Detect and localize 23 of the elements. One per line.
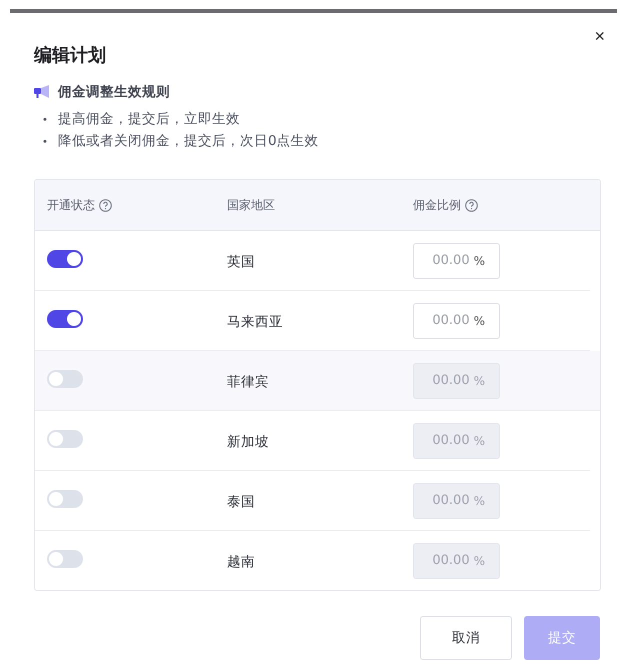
toggle-switch[interactable] xyxy=(47,310,83,328)
rule-text: 降低或者关闭佣金，提交后，次日0点生效 xyxy=(58,133,319,149)
column-header: 国家地区 xyxy=(227,196,275,214)
toggle-switch[interactable] xyxy=(47,250,83,268)
bullet-mark: • xyxy=(42,136,49,150)
percent-field[interactable]: 00.00 % xyxy=(413,302,500,338)
dialog-title: 编辑计划 xyxy=(34,44,107,67)
bullet-mark: • xyxy=(42,114,49,128)
region-name: 马来西亚 xyxy=(227,314,283,330)
cancel-button[interactable]: 取消 xyxy=(420,616,512,660)
percent-field[interactable]: 00.00 % xyxy=(413,242,500,278)
column-header: 佣金比例 xyxy=(413,196,461,214)
region-name: 越南 xyxy=(227,554,255,570)
region-name: 菲律宾 xyxy=(227,374,269,390)
region-name: 泰国 xyxy=(227,494,255,510)
rule-text: 提高佣金，提交后，立即生效 xyxy=(58,111,240,127)
region-name: 英国 xyxy=(227,254,255,270)
region-name: 新加坡 xyxy=(227,434,269,450)
help-icon[interactable] xyxy=(465,198,478,212)
column-header: 开通状态 xyxy=(47,196,95,214)
notice-title: 佣金调整生效规则 xyxy=(58,83,170,101)
megaphone-icon xyxy=(34,85,50,99)
help-icon[interactable] xyxy=(99,198,112,212)
